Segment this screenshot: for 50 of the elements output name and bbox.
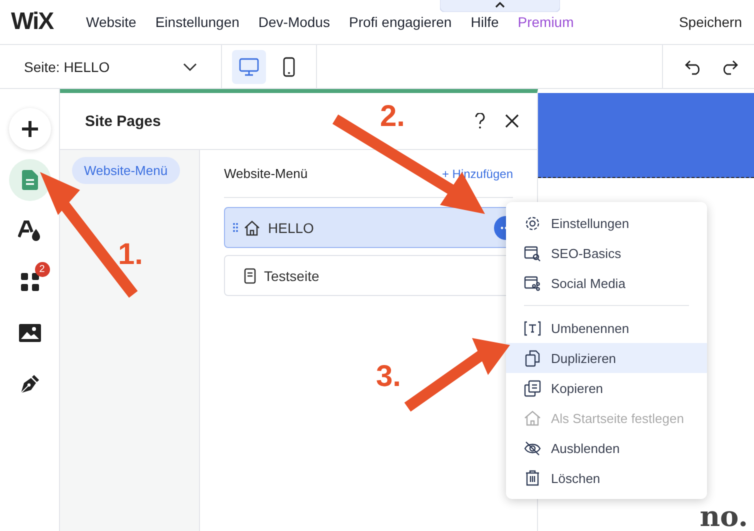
duplicate-icon: [524, 350, 541, 366]
home-icon: [244, 220, 260, 236]
notification-badge: 2: [34, 262, 50, 277]
copy-icon: [524, 380, 541, 396]
nav-menu-item[interactable]: Website: [86, 14, 136, 30]
drag-handle-icon[interactable]: [233, 223, 238, 232]
context-menu-item[interactable]: Umbenennen: [506, 313, 707, 343]
seo-icon: [524, 244, 541, 262]
image-icon: [18, 324, 40, 342]
nav-menu-item[interactable]: Premium: [518, 14, 574, 30]
letter-drop-icon: [18, 220, 42, 242]
apps-grid-icon: [20, 272, 40, 292]
canvas-heading: no.: [700, 503, 748, 531]
step-number: 1.: [118, 238, 144, 272]
close-icon[interactable]: [505, 114, 519, 128]
page-icon: [244, 268, 256, 284]
menu-tab[interactable]: Website-Menü: [72, 157, 180, 184]
rename-icon: [524, 320, 541, 336]
panel-title: Site Pages: [85, 112, 161, 130]
pen-nib-icon: [18, 373, 40, 395]
hide-icon: [524, 440, 541, 456]
pages-tool-button[interactable]: [8, 159, 50, 201]
desktop-view-button[interactable]: [232, 50, 266, 84]
monitor-icon: [239, 58, 259, 76]
nav-menu-item[interactable]: Einstellungen: [155, 14, 240, 30]
wix-logo[interactable]: WiX: [11, 8, 86, 36]
chevron-down-icon: [183, 62, 197, 70]
nav-menu-item[interactable]: Profi engagieren: [348, 14, 452, 30]
nav-menu-item[interactable]: Dev-Modus: [258, 14, 330, 30]
nav-menu-item[interactable]: Hilfe: [470, 14, 499, 30]
home-icon: [524, 410, 541, 426]
help-icon[interactable]: [475, 113, 485, 129]
context-menu-item[interactable]: Kopieren: [506, 373, 707, 403]
plus-icon: [20, 119, 40, 139]
save-button[interactable]: Speichern: [672, 13, 748, 31]
context-menu-item[interactable]: Löschen: [506, 463, 707, 493]
context-menu-item[interactable]: Duplizieren: [506, 343, 707, 373]
apps-tool-button[interactable]: 2: [8, 261, 50, 303]
page-dropdown[interactable]: Seite: HELLO: [0, 45, 222, 88]
page-icon: [22, 170, 38, 190]
step-number: 3.: [376, 360, 402, 394]
phone-icon: [283, 56, 295, 76]
context-menu-item[interactable]: Ausblenden: [506, 433, 707, 463]
social-icon: [524, 274, 541, 292]
trash-icon: [524, 470, 541, 486]
gear-icon: [524, 214, 541, 232]
step-number: 2.: [380, 100, 406, 134]
add-page-link[interactable]: + Hinzufügen: [442, 166, 513, 180]
section-title: Website-Menü: [224, 166, 308, 181]
add-tool-button[interactable]: [8, 108, 50, 150]
